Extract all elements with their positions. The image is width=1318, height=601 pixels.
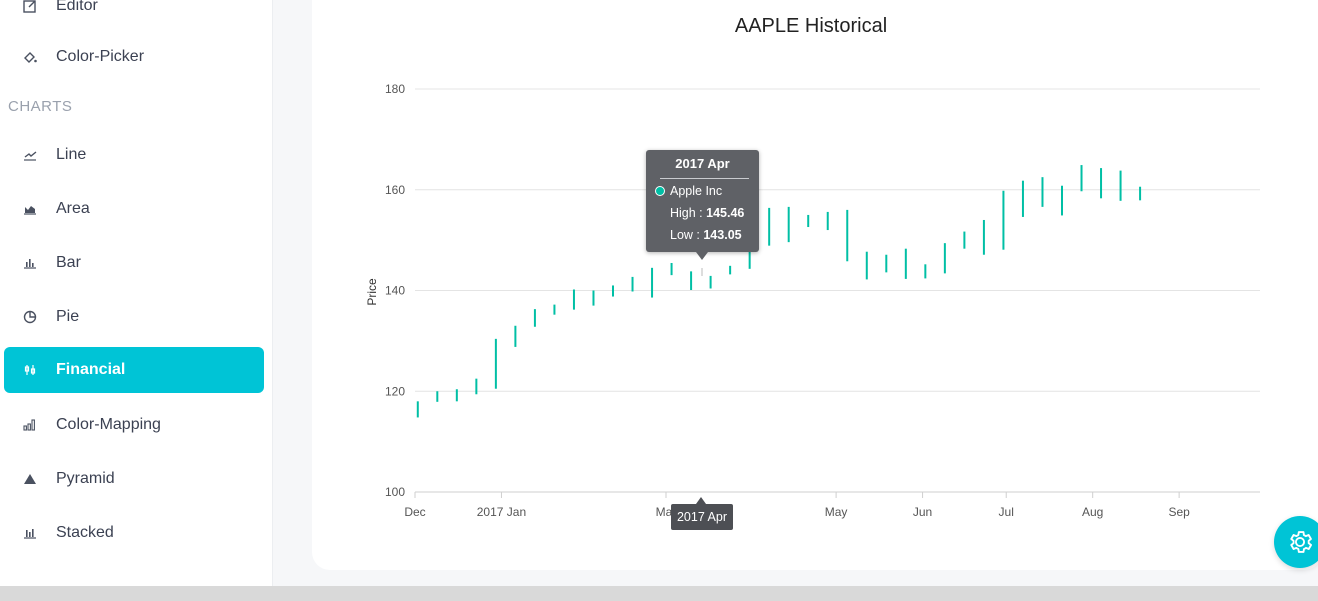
crosshair-x-label: 2017 Apr — [671, 497, 733, 530]
tooltip-high-label: High : — [670, 206, 707, 220]
tooltip-low-label: Low : — [670, 228, 704, 242]
tooltip-divider — [660, 178, 749, 179]
x-tick-label: Jun — [913, 505, 932, 519]
tooltip-high-value: 145.46 — [706, 206, 745, 220]
tooltip-series: Apple Inc — [655, 184, 722, 198]
tooltip-low-value: 143.05 — [703, 228, 742, 242]
tooltip-series-name: Apple Inc — [670, 184, 723, 198]
x-tick-label: 2017 Jan — [477, 505, 526, 519]
chart-title: AAPLE Historical — [735, 15, 887, 37]
x-tick-label: Dec — [404, 505, 425, 519]
tooltip-high-row: High : 145.46 — [670, 206, 744, 220]
series-marker-icon — [655, 186, 665, 196]
settings-button[interactable] — [1274, 516, 1318, 568]
x-tick-label: Aug — [1082, 505, 1103, 519]
y-tick-label: 120 — [385, 384, 405, 398]
x-tick-label: May — [825, 505, 848, 519]
tooltip-low-row: Low : 143.05 — [670, 228, 742, 242]
y-tick-label: 180 — [385, 82, 405, 96]
tooltip: 2017 Apr Apple Inc High : 145.46 Low : 1… — [646, 150, 759, 260]
y-tick-label: 140 — [385, 284, 405, 298]
tooltip-title: 2017 Apr — [675, 156, 730, 171]
y-tick-label: 160 — [385, 183, 405, 197]
x-tick-label: Jul — [999, 505, 1014, 519]
gear-icon — [1290, 531, 1313, 553]
y-axis-title: Price — [365, 278, 379, 306]
y-tick-label: 100 — [385, 485, 405, 499]
footer-bar — [0, 586, 1318, 601]
x-tick-label: Sep — [1168, 505, 1190, 519]
financial-chart[interactable]: AAPLE Historical Price 100 120 140 160 180 D… — [0, 0, 1318, 586]
